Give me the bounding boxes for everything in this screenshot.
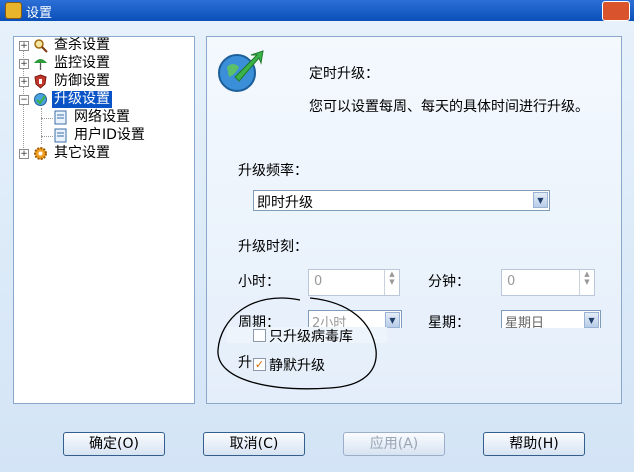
virus-only-label: 只升级病毒库 [269, 329, 353, 345]
minute-spinner[interactable]: 0 ▲ ▼ [501, 269, 595, 296]
update-globe-icon [218, 50, 264, 92]
collapse-icon[interactable]: − [19, 95, 29, 105]
expand-icon[interactable]: + [19, 41, 29, 51]
page-icon [54, 110, 67, 125]
hour-value: 0 [314, 274, 323, 289]
chevron-down-icon[interactable]: ▼ [584, 312, 599, 328]
tree-item-label: 升级设置 [52, 91, 112, 108]
spin-arrows-icon[interactable]: ▲ ▼ [384, 270, 399, 295]
minute-value: 0 [507, 274, 516, 289]
tree-item-defense[interactable]: + 防御设置 [14, 73, 192, 90]
expand-icon[interactable]: + [19, 149, 29, 159]
virus-only-checkbox[interactable] [253, 329, 266, 342]
minute-label: 分钟： [428, 274, 470, 290]
app-icon [5, 2, 22, 19]
title-bar: 设置 [0, 0, 634, 21]
tree-item-label: 网络设置 [74, 109, 130, 125]
tree-item-other[interactable]: + 其它设置 [14, 145, 192, 162]
tree-item-label: 其它设置 [54, 145, 110, 161]
tree-item-label: 防御设置 [54, 73, 110, 89]
hour-label: 小时： [238, 274, 280, 290]
tree-item-scan[interactable]: + 查杀设置 [14, 37, 192, 54]
help-button[interactable]: 帮助(H) [483, 432, 585, 456]
weekday-dropdown[interactable]: 星期日 ▼ [501, 310, 601, 331]
page-icon [54, 128, 67, 143]
silent-update-checkbox[interactable]: ✓ [253, 358, 266, 371]
hour-spinner[interactable]: 0 ▲ ▼ [308, 269, 400, 296]
close-button[interactable] [602, 1, 630, 21]
chevron-down-icon[interactable]: ▼ [533, 192, 548, 208]
gear-icon [34, 147, 47, 160]
tree-item-network[interactable]: 网络设置 [14, 109, 192, 126]
mode-label: 升 [238, 355, 252, 371]
spin-arrows-icon[interactable]: ▲ ▼ [579, 270, 594, 295]
expand-icon[interactable]: + [19, 59, 29, 69]
shield-icon [34, 74, 47, 89]
chevron-down-icon[interactable]: ▼ [385, 312, 400, 328]
tree-item-userid[interactable]: 用户ID设置 [14, 127, 192, 144]
frequency-dropdown[interactable]: 即时升级 ▼ [253, 190, 550, 211]
update-globe-icon [34, 93, 47, 106]
tree-item-monitor[interactable]: + 监控设置 [14, 55, 192, 72]
frequency-value: 即时升级 [257, 195, 313, 211]
weekday-label: 星期： [428, 315, 470, 331]
ok-button[interactable]: 确定(O) [63, 432, 165, 456]
schedule-description: 您可以设置每周、每天的具体时间进行升级。 [309, 99, 589, 115]
silent-update-label: 静默升级 [269, 358, 325, 374]
umbrella-icon [34, 59, 47, 70]
settings-tree[interactable]: + 查杀设置 + 监控设置 + 防御设置 − 升级设置 网络设置 用户ID设置 … [13, 36, 195, 404]
apply-button[interactable]: 应用(A) [343, 432, 445, 456]
settings-panel: 定时升级： 您可以设置每周、每天的具体时间进行升级。 升级频率： 即时升级 ▼ … [206, 36, 622, 404]
schedule-heading: 定时升级： [309, 66, 379, 82]
weekday-value: 星期日 [505, 316, 545, 331]
tree-item-label: 监控设置 [54, 55, 110, 71]
window-title: 设置 [26, 6, 53, 21]
time-label: 升级时刻： [238, 239, 308, 255]
magnifier-icon [34, 39, 48, 53]
tree-item-update[interactable]: − 升级设置 [14, 91, 192, 108]
tree-item-label: 查杀设置 [54, 37, 110, 53]
tree-item-label: 用户ID设置 [74, 127, 145, 143]
frequency-label: 升级频率： [238, 163, 308, 179]
expand-icon[interactable]: + [19, 77, 29, 87]
cancel-button[interactable]: 取消(C) [203, 432, 305, 456]
